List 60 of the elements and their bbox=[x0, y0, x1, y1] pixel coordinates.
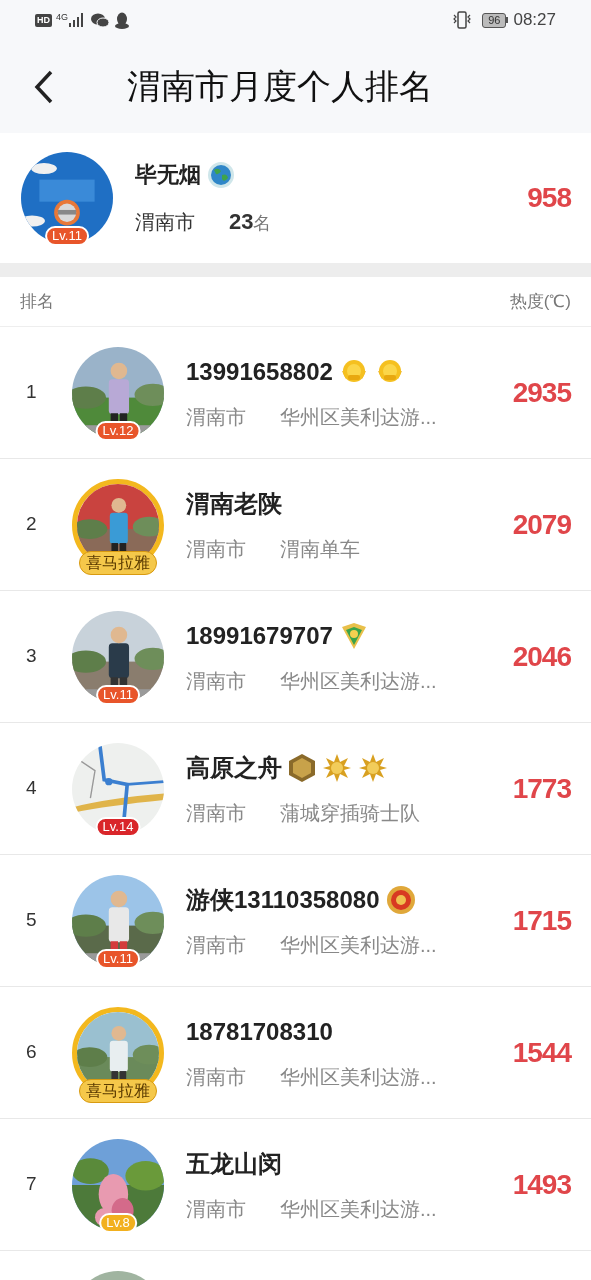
star-badge-icon bbox=[322, 752, 352, 783]
globe-icon bbox=[207, 160, 235, 189]
user-name: 高原之舟 bbox=[186, 752, 282, 783]
user-score: 1544 bbox=[512, 1035, 571, 1070]
penguin-icon bbox=[115, 11, 129, 29]
rank-number: 5 bbox=[26, 909, 37, 931]
team-name: 渭南单车 bbox=[280, 536, 360, 562]
star-badge-icon bbox=[358, 752, 388, 783]
team-name: 华州区美利达游... bbox=[280, 1064, 437, 1090]
chat-app-icon bbox=[91, 12, 109, 28]
frame-label: 喜马拉雅 bbox=[79, 550, 157, 575]
user-score: 2079 bbox=[512, 507, 571, 542]
user-city: 渭南市 bbox=[186, 932, 246, 958]
user-city: 渭南市 bbox=[135, 210, 195, 235]
battery-level: 96 bbox=[482, 12, 507, 28]
medal-icon bbox=[385, 884, 416, 915]
team-name: 蒲城穿插骑士队 bbox=[280, 800, 420, 826]
user-score: 1493 bbox=[512, 1167, 571, 1202]
user-score: 958 bbox=[527, 181, 571, 215]
user-city: 渭南市 bbox=[186, 536, 246, 562]
vibrate-icon bbox=[452, 11, 473, 29]
user-name: 18991679707 bbox=[186, 620, 333, 651]
user-rank: 23 bbox=[229, 208, 254, 236]
rank-number: 2 bbox=[26, 513, 37, 535]
user-city: 渭南市 bbox=[186, 404, 246, 430]
column-header: 热度(℃) bbox=[509, 290, 571, 313]
user-city: 渭南市 bbox=[186, 1196, 246, 1222]
user-name: 五龙山闵 bbox=[186, 1148, 282, 1179]
team-name: 华州区美利达游... bbox=[280, 404, 437, 430]
back-icon bbox=[34, 69, 54, 104]
user-city: 渭南市 bbox=[186, 1064, 246, 1090]
user-name: 13991658802 bbox=[186, 356, 333, 387]
clock-time: 08:27 bbox=[513, 9, 556, 32]
network-label: HD bbox=[35, 13, 52, 27]
rank-number: 7 bbox=[26, 1173, 37, 1195]
team-name: 华州区美利达游... bbox=[280, 668, 437, 694]
rank-number: 4 bbox=[26, 777, 37, 799]
frame-label: 喜马拉雅 bbox=[79, 1078, 157, 1103]
column-header: 排名 bbox=[20, 290, 54, 313]
rank-number: 1 bbox=[26, 381, 37, 403]
team-name: 华州区美利达游... bbox=[280, 932, 437, 958]
user-name: 18781708310 bbox=[186, 1016, 333, 1047]
rank-number: 6 bbox=[26, 1041, 37, 1063]
user-city: 渭南市 bbox=[186, 800, 246, 826]
user-score: 1715 bbox=[512, 903, 571, 938]
user-score: 2046 bbox=[512, 639, 571, 674]
user-name: 游侠13110358080 bbox=[186, 884, 380, 915]
rank-unit: 名 bbox=[253, 212, 272, 235]
user-score: 1773 bbox=[512, 771, 571, 806]
hexagon-badge-icon bbox=[288, 752, 316, 783]
page-title: 渭南市月度个人排名 bbox=[127, 66, 433, 107]
user-name: 毕无烟 bbox=[135, 161, 201, 189]
mobile-label: 4G bbox=[56, 12, 68, 22]
user-city: 渭南市 bbox=[186, 668, 246, 694]
signal-icon bbox=[69, 13, 85, 27]
team-name: 华州区美利达游... bbox=[280, 1196, 437, 1222]
level-badge: Lv.11 bbox=[45, 226, 89, 246]
user-score: 2935 bbox=[512, 375, 571, 410]
user-name: 渭南老陕 bbox=[186, 488, 282, 519]
rank-number: 3 bbox=[26, 645, 37, 667]
